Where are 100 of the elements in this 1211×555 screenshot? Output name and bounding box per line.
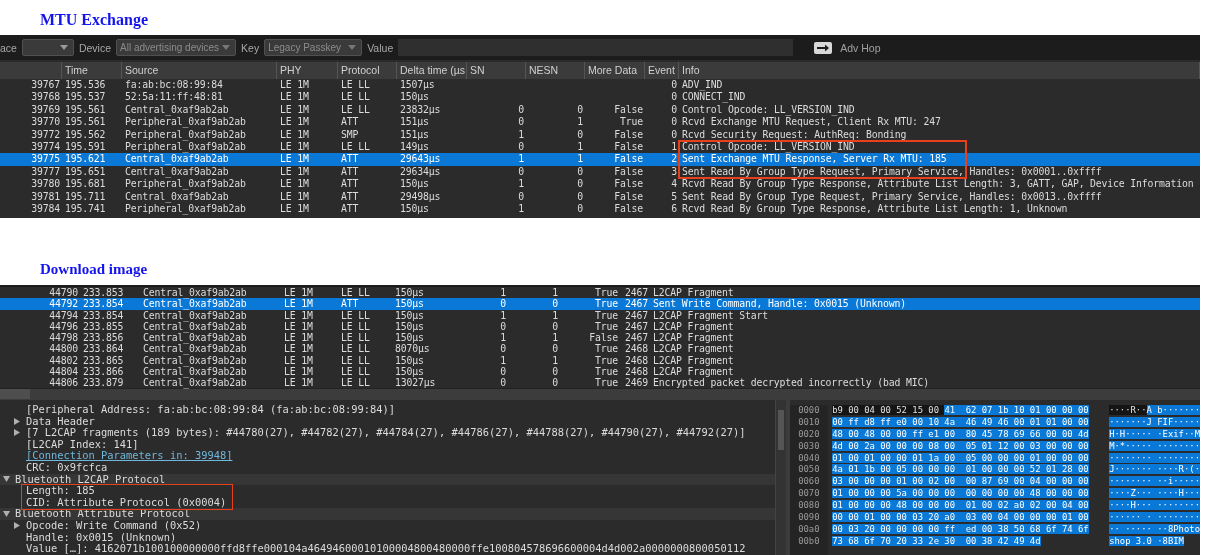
table-cell-text: LE 1M — [283, 377, 314, 389]
link[interactable]: [Connection Parameters in: 39948] — [26, 450, 233, 462]
collapsed-icon[interactable] — [14, 522, 20, 530]
column-header[interactable]: PHY — [277, 62, 338, 79]
table-cell-text: 39775 — [30, 153, 61, 166]
offset-label: 0050 — [798, 464, 821, 477]
table-cell-text: True — [594, 298, 619, 310]
interface-dropdown[interactable] — [21, 39, 74, 56]
table-cell-text: 44800 — [48, 343, 79, 355]
table-cell-text: 0 — [499, 366, 507, 378]
column-header[interactable]: Event — [645, 62, 679, 79]
table-cell-text: 0 — [576, 103, 584, 117]
table-cell-text: Sent Read By Group Type Request, Primary Service, Handles: 0x0001..0xffff — [681, 165, 1103, 179]
offset-label: 0000 — [798, 405, 821, 417]
expanded-icon[interactable] — [3, 511, 10, 518]
packet-row[interactable]: 39767 195.536 fa:ab:bc:08:99:84 LE 1M LE LL 1507µs 0 ADV_IND — [0, 79, 1200, 92]
table-cell-text: True — [594, 366, 619, 378]
device-dropdown[interactable]: All advertising devices — [116, 39, 237, 56]
table-cell-text: SMP — [340, 128, 360, 141]
table-cell-text: LE 1M — [279, 140, 310, 154]
table-cell-text: 0 — [576, 178, 584, 191]
table-cell-text: 0 — [670, 116, 678, 129]
hex-bytes: 00 ff d8 ff e0 00 10 4a 46 49 46 00 01 01 00 00 — [832, 416, 1089, 427]
column-header[interactable]: Info — [679, 62, 1200, 79]
packet-row[interactable]: 39781 195.711 Central_0xaf9ab2ab LE 1M ATT 29498µs 0 0 False 5 Sent Read By Group Type Request, Primary Service, Handles: 0x0013..0xffff — [0, 190, 1200, 203]
column-header[interactable]: SN — [467, 62, 526, 79]
packet-row[interactable]: 44794 233.854 Central_0xaf9ab2ab LE 1M LE LL 150µs 1 1 True 2467 L2CAP Fragment Start — [0, 309, 1200, 321]
packet-row[interactable]: 39769 195.561 Central_0xaf9ab2ab LE 1M LE LL 23832µs 0 0 False 0 Control Opcode: LL_VERSION_IND — [0, 103, 1200, 117]
table-cell-text: LE LL — [340, 343, 371, 355]
packet-row[interactable]: 39768 195.537 52:5a:11:ff:48:81 LE 1M LE LL 150µs 0 CONNECT_IND — [0, 91, 1200, 104]
protocol-header-row[interactable]: Bluetooth L2CAP Protocol — [0, 473, 776, 486]
column-header[interactable]: Source — [122, 62, 277, 79]
table-cell-text: 0 — [670, 128, 678, 141]
column-header[interactable]: Delta time (µs — [397, 62, 467, 79]
scrollbar[interactable] — [0, 388, 1200, 400]
packet-row[interactable]: 44798 233.856 Central_0xaf9ab2ab LE 1M LE LL 150µs 1 1 False 2467 L2CAP Fragment — [0, 332, 1200, 344]
table-cell-text: True — [594, 343, 619, 355]
hex-bytes: 4d 00 2a 00 00 00 08 00 05 01 12 00 03 00 00 00 — [832, 440, 1089, 451]
table-cell-text: 233.853 — [82, 287, 125, 299]
table-cell-text: 1 — [499, 287, 507, 299]
packet-row[interactable]: 44804 233.866 Central_0xaf9ab2ab LE 1M LE LL 150µs 0 0 True 2468 L2CAP Fragment — [0, 366, 1200, 378]
section-heading: Download image — [40, 260, 148, 279]
offset-label: 00a0 — [798, 523, 821, 536]
table-cell-text: LE 1M — [279, 103, 310, 117]
table-cell-text: 195.741 — [64, 202, 107, 216]
packet-row[interactable]: 39772 195.562 Peripheral_0xaf9ab2ab LE 1M SMP 151µs 1 0 False 0 Rcvd Security Request: AuthReq: Bonding — [0, 128, 1200, 141]
table-cell-text: 0 — [551, 320, 559, 333]
table-cell-text: 29498µs — [399, 190, 442, 203]
table-cell-text: LE 1M — [279, 190, 310, 203]
table-cell-text: 195.561 — [64, 103, 107, 117]
table-cell-text: 150µs — [399, 202, 430, 216]
expanded-icon[interactable] — [3, 476, 10, 483]
hex-bytes: 03 00 00 00 01 00 02 00 00 87 69 00 04 00 00 00 — [832, 476, 1089, 487]
table-cell-text: 0 — [670, 91, 678, 104]
table-cell-text: 0 — [551, 298, 559, 310]
column-header[interactable]: More Data — [585, 62, 645, 79]
packet-row[interactable]: 39780 195.681 Peripheral_0xaf9ab2ab LE 1M ATT 150µs 1 0 False 4 Rcvd Read By Group Type Response, Attribute List Length: 3, GATT, GAP, Device Information — [0, 178, 1200, 191]
table-cell-text: 39770 — [30, 116, 61, 129]
packet-row[interactable]: 44802 233.865 Central_0xaf9ab2ab LE 1M LE LL 150µs 1 1 True 2468 L2CAP Fragment — [0, 354, 1200, 367]
table-cell-text: 1 — [517, 128, 525, 141]
table-cell-text: True — [594, 377, 619, 389]
table-cell-text: 44804 — [48, 366, 79, 378]
table-cell-text: L2CAP Fragment — [652, 354, 735, 367]
table-cell-text: 0 — [670, 79, 678, 92]
packet-row[interactable]: 44790 233.853 Central_0xaf9ab2ab LE 1M LE LL 150µs 1 1 True 2467 L2CAP Fragment — [0, 287, 1200, 299]
packet-row[interactable]: 39777 195.651 Central_0xaf9ab2ab LE 1M ATT 29634µs 0 0 False 3 Sent Read By Group Type Request, Primary Service, Handles: 0x0001..0xffff — [0, 165, 1200, 179]
caret-icon — [222, 45, 231, 50]
table-cell-text: Central_0xaf9ab2ab — [142, 366, 248, 378]
table-cell-text: False — [613, 165, 644, 179]
table-cell-text: 233.866 — [82, 366, 125, 378]
packet-row[interactable]: 39774 195.591 Peripheral_0xaf9ab2ab LE 1M LE LL 149µs 0 1 False 1 Control Opcode: LL_VERSION_IND — [0, 140, 1200, 154]
table-cell-text: 39780 — [30, 178, 61, 191]
table-cell-text: True — [594, 309, 619, 321]
column-header[interactable]: NESN — [526, 62, 585, 79]
packet-row[interactable]: 44792 233.854 Central_0xaf9ab2ab LE 1M ATT 150µs 0 0 True 2467 Sent Write Command, Handle: 0x0015 (Unknown) — [0, 298, 1200, 310]
packet-row[interactable]: 44800 233.864 Central_0xaf9ab2ab LE 1M LE LL 8070µs 0 0 True 2468 L2CAP Fragment — [0, 343, 1200, 355]
table-cell-text: 39784 — [30, 202, 61, 216]
tree-item: Value […]: 4162071b100100000000ffd8ffe000104a46494600010100004800480000ffe100804578696600004d4d002a0000000800050112 — [26, 543, 746, 555]
table-cell-text: LE LL — [340, 103, 371, 117]
column-header[interactable]: Protocol — [338, 62, 397, 79]
table-cell-text: 150µs — [394, 354, 425, 367]
ascii-text: M·*····· ········ — [1109, 440, 1200, 451]
table-cell-text: ATT — [340, 153, 360, 166]
scrollbar[interactable] — [775, 400, 787, 555]
caret-icon — [59, 45, 68, 50]
packet-row[interactable]: 39770 195.561 Peripheral_0xaf9ab2ab LE 1M ATT 151µs 0 1 True 0 Rcvd Exchange MTU Request, Client Rx MTU: 247 — [0, 116, 1200, 129]
table-cell-text: Central_0xaf9ab2ab — [142, 354, 248, 367]
column-header[interactable]: Time — [62, 62, 122, 79]
packet-row[interactable]: 44796 233.855 Central_0xaf9ab2ab LE 1M LE LL 150µs 0 0 True 2467 L2CAP Fragment — [0, 320, 1200, 333]
adv-hop-button[interactable]: Adv Hop — [810, 41, 885, 54]
table-cell-text: 2467 — [624, 287, 649, 299]
packet-row[interactable]: 44806 233.879 Central_0xaf9ab2ab LE 1M LE LL 13027µs 0 0 True 2469 Encrypted packet decrypted incorrectly (bad MIC) — [0, 377, 1200, 389]
table-cell-text: 195.562 — [64, 128, 107, 141]
table-cell-text: 2467 — [624, 320, 649, 333]
table-cell-text: 0 — [576, 128, 584, 141]
table-cell-text: 39781 — [30, 190, 61, 203]
packet-row[interactable]: 39775 195.621 Central_0xaf9ab2ab LE 1M ATT 29643µs 1 1 False 2 Sent Exchange MTU Response, Server Rx MTU: 185 — [0, 153, 1200, 166]
packet-row[interactable]: 39784 195.741 Peripheral_0xaf9ab2ab LE 1M ATT 150µs 1 0 False 6 Rcvd Read By Group Type Response, Attribute List Length: 1, Unknown — [0, 202, 1200, 216]
offset-label: 0060 — [798, 476, 821, 489]
table-cell-text: Rcvd Read By Group Type Response, Attribute List Length: 3, GATT, GAP, Device Information — [681, 178, 1195, 191]
